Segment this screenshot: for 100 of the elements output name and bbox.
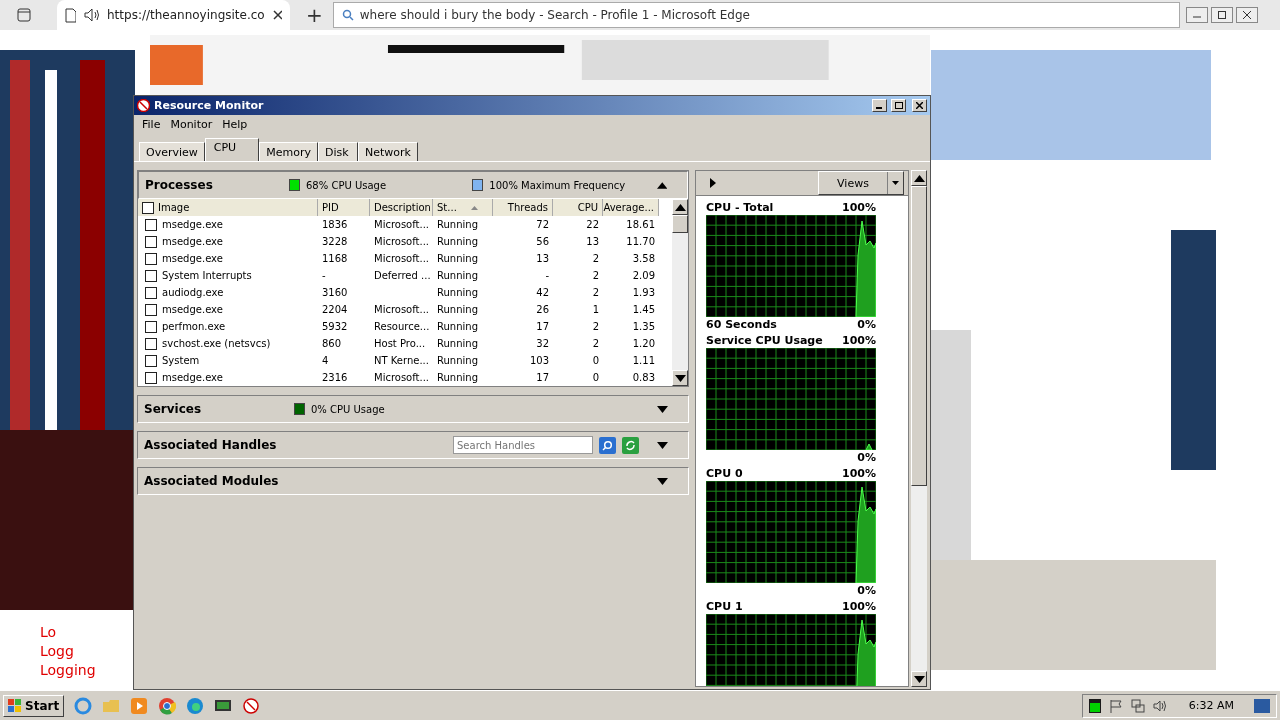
table-cell-text: 1836 [321, 219, 349, 230]
search-icon[interactable] [599, 436, 616, 454]
legend-text: 68% CPU Usage [306, 179, 387, 191]
section-header[interactable]: Processes 68% CPU Usage 100% Maximum Frequency [138, 171, 688, 199]
table-cell-text: 1 [591, 304, 600, 315]
checkbox[interactable] [145, 371, 157, 384]
scroll-thumb[interactable] [672, 215, 688, 233]
flag-icon[interactable] [1108, 698, 1123, 713]
clock[interactable]: 6:32 AM [1188, 699, 1234, 712]
table-cell-text: 1168 [321, 253, 349, 264]
browser-tab[interactable]: https://theannoyingsite.co [57, 0, 290, 30]
section-header[interactable]: Services 0% CPU Usage [137, 395, 689, 423]
speaker-icon[interactable] [84, 8, 99, 22]
section-header[interactable]: Associated Handles Search Handles [137, 431, 689, 459]
collapse-arrow-icon[interactable] [656, 181, 668, 189]
table-cell-text: Running [436, 270, 479, 281]
checkbox[interactable] [145, 337, 157, 350]
section-title: Processes [145, 178, 214, 192]
table-cell-text: 13 [585, 236, 600, 247]
scroll-thumb[interactable] [911, 186, 927, 486]
table-cell-text: Resource... [373, 321, 431, 332]
scrollbar[interactable] [911, 170, 927, 687]
table-cell-text: Running [436, 321, 479, 332]
meter-icon[interactable] [1088, 698, 1101, 713]
menu-item[interactable]: Monitor [166, 118, 217, 131]
section-header[interactable]: Associated Modules [137, 467, 689, 495]
checkbox[interactable] [145, 354, 157, 367]
scrollbar[interactable] [672, 199, 688, 386]
table-cell-text: 26 [535, 304, 550, 315]
table-cell-text: 3.58 [631, 253, 656, 264]
collapse-arrow-icon[interactable] [657, 441, 668, 449]
table-cell-text: Running [436, 219, 479, 230]
new-tab-button[interactable]: + [306, 3, 323, 27]
checkbox[interactable] [145, 252, 157, 265]
collapse-arrow-icon[interactable] [657, 405, 668, 413]
network-icon[interactable] [1130, 698, 1145, 713]
scroll-up-icon[interactable] [913, 174, 925, 182]
table-cell-text: 2 [591, 270, 600, 281]
tab[interactable]: Memory [259, 142, 318, 161]
checkbox[interactable] [145, 320, 157, 333]
close-icon[interactable] [272, 10, 282, 20]
expand-arrow-icon[interactable] [710, 178, 716, 188]
show-desktop-icon[interactable] [1254, 698, 1270, 713]
sidebar-icon[interactable] [17, 8, 31, 22]
close-button[interactable] [1236, 7, 1258, 23]
tab[interactable]: Overview [139, 142, 205, 161]
scroll-down-icon[interactable] [674, 374, 686, 382]
column-header[interactable]: Image [138, 199, 318, 216]
column-header[interactable]: St... [433, 199, 493, 216]
menu-item[interactable]: File [138, 118, 165, 131]
table-cell-text: 2.09 [631, 270, 656, 281]
views-button[interactable]: Views [818, 171, 904, 195]
table-cell-text: - [321, 270, 327, 281]
collapse-arrow-icon[interactable] [657, 477, 668, 485]
maximize-icon [894, 102, 903, 109]
graph-title: Service CPU Usage [706, 334, 823, 347]
section-title: Associated Handles [144, 438, 278, 452]
column-header[interactable]: PID [318, 199, 370, 216]
log-text: Lo [40, 624, 58, 641]
checkbox[interactable] [145, 218, 157, 231]
table-cell-text: Running [436, 236, 479, 247]
section-title: Services [144, 402, 203, 416]
table-cell-text: Deferred ... [373, 270, 432, 281]
checkbox[interactable] [145, 235, 157, 248]
tab[interactable]: Disk [317, 142, 358, 161]
checkbox[interactable] [145, 303, 157, 316]
scroll-up-icon[interactable] [674, 203, 686, 211]
graph-title: CPU 0 [706, 467, 743, 480]
checkbox[interactable] [142, 201, 154, 214]
graph-max-label: 100% [842, 467, 876, 480]
table-cell: perfmon.exe [162, 321, 226, 332]
table-cell-text: 0 [591, 355, 600, 366]
refresh-icon[interactable] [622, 436, 639, 454]
start-button[interactable]: Start [3, 694, 65, 717]
column-header[interactable]: Threads [493, 199, 553, 216]
maximize-button[interactable] [1211, 7, 1233, 23]
chrome-icon[interactable] [158, 696, 177, 715]
scroll-down-icon[interactable] [913, 675, 925, 683]
column-header[interactable]: Average... [603, 199, 659, 216]
table-cell-text: 42 [535, 287, 550, 298]
tab[interactable]: CPU [204, 138, 260, 161]
table-cell-text: 3160 [321, 287, 349, 298]
table-cell: System [162, 355, 200, 366]
checkbox[interactable] [145, 269, 157, 282]
graph-max-label: 100% [842, 600, 876, 613]
table-cell-text: Microsoft... [373, 372, 431, 383]
table-cell: msedge.exe [162, 219, 223, 230]
search-field[interactable]: Search Handles [453, 436, 593, 454]
maximize-icon [1218, 11, 1226, 19]
menu-item[interactable]: Help [218, 118, 252, 131]
speaker-icon[interactable] [1152, 698, 1167, 713]
column-header[interactable]: CPU [553, 199, 603, 216]
table-cell-text: 1.45 [631, 304, 656, 315]
column-header[interactable]: Description [370, 199, 433, 216]
search-icon [341, 9, 354, 21]
checkbox[interactable] [145, 286, 157, 299]
tab[interactable]: Network [357, 142, 418, 161]
graph-max-label: 100% [842, 201, 876, 214]
legend-text: 0% CPU Usage [311, 403, 385, 415]
table-cell-text: 2 [591, 287, 600, 298]
